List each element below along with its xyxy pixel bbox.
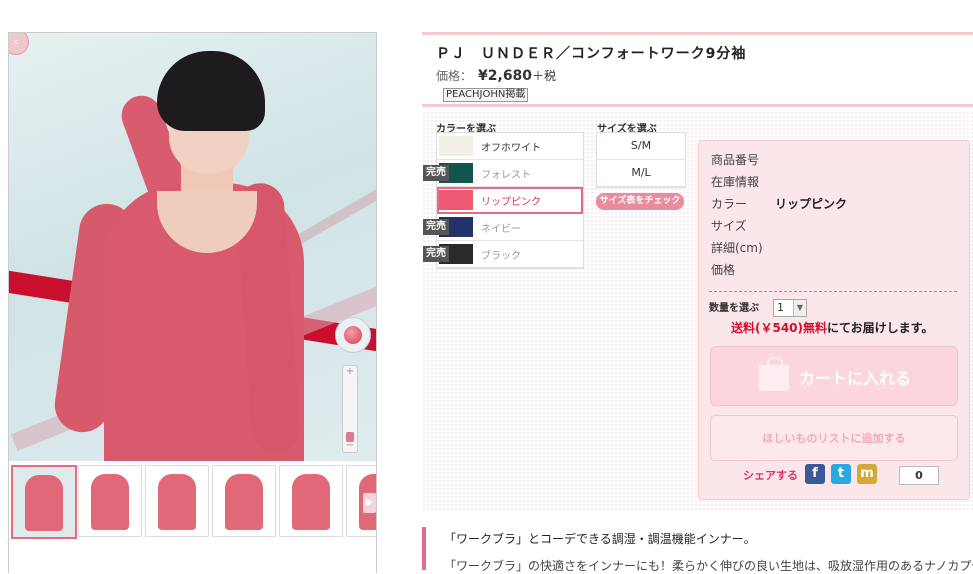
thumbnail-image <box>158 474 196 530</box>
price-tax: ＋税 <box>532 69 557 83</box>
info-row: 商品番号 <box>711 151 759 168</box>
thumbnail-image <box>91 474 129 530</box>
price-label: 価格： <box>436 69 473 83</box>
share-label: シェアする <box>743 469 798 482</box>
gallery-prev-icon[interactable]: ‹ <box>9 33 29 55</box>
price-value: ¥2,680 <box>478 68 533 84</box>
color-option[interactable]: リップピンク <box>437 187 583 214</box>
color-option-label: オフホワイト <box>481 143 541 154</box>
twitter-icon[interactable]: t <box>831 464 851 484</box>
color-option[interactable]: オフホワイト <box>437 133 583 160</box>
size-option[interactable]: M/L <box>597 160 685 187</box>
info-row: カラー リップピンク <box>711 195 847 212</box>
product-gallery: + − ‹ ▶ <box>8 32 377 573</box>
info-row: サイズ <box>711 217 747 234</box>
shipping-free-text: 送料(￥540)無料 <box>731 321 828 335</box>
color-option-label: ネイビー <box>481 224 521 235</box>
quantity-label: 数量を選ぶ <box>709 303 759 314</box>
zoom-knob-icon <box>344 326 362 344</box>
thumbnail-image <box>292 474 330 530</box>
product-info-box: 商品番号在庫情報カラー リップピンクサイズ詳細(cm) 価格 数量を選ぶ 1 ▼ 送… <box>698 140 970 500</box>
size-chart-button[interactable]: サイズ表をチェック <box>596 193 684 210</box>
main-product-photo[interactable]: + − ‹ <box>9 33 376 461</box>
thumbnail[interactable] <box>11 465 77 539</box>
info-row: 在庫情報 <box>711 173 759 190</box>
thumbnail[interactable] <box>78 465 142 537</box>
product-title: ＰＪ ＵＮＤＥＲ／コンフォートワーク9分袖 <box>436 46 747 62</box>
mixi-icon[interactable]: m <box>857 464 877 484</box>
color-options: オフホワイト フォレスト 完売 リップピンク ネイビー 完売 ブラック 完売 <box>423 132 584 269</box>
info-row-label: サイズ <box>711 219 747 233</box>
brand-tag: PEACHJOHN掲載 <box>443 88 529 102</box>
color-swatch <box>439 136 473 156</box>
zoom-pan-control[interactable] <box>335 317 371 353</box>
shipping-rest-text: にてお届けします。 <box>827 321 934 335</box>
description-accent-bar <box>422 527 426 570</box>
thumbnail-strip: ▶ <box>9 463 376 541</box>
info-row: 詳細(cm) <box>711 239 763 256</box>
facebook-icon[interactable]: f <box>805 464 825 484</box>
info-row: 価格 <box>711 261 735 278</box>
quantity-select[interactable]: 1 ▼ <box>773 299 807 317</box>
sold-out-badge: 完売 <box>423 246 449 262</box>
thumbnail-next-icon[interactable]: ▶ <box>363 493 376 513</box>
color-option-label: ブラック <box>481 251 521 262</box>
sold-out-badge: 完売 <box>423 165 449 181</box>
info-row-label: 価格 <box>711 263 736 277</box>
info-row-label: 詳細(cm) <box>711 241 763 255</box>
add-to-wishlist-label: ほしいものリストに追加する <box>762 432 906 445</box>
info-row-value: リップピンク <box>775 197 848 211</box>
sold-out-badge: 完売 <box>423 219 449 235</box>
thumbnail[interactable] <box>279 465 343 537</box>
description-title: 「ワークブラ」とコーデできる調湿・調温機能インナー。 <box>444 532 756 546</box>
color-option[interactable]: フォレスト 完売 <box>423 160 583 187</box>
thumbnail[interactable] <box>212 465 276 537</box>
shipping-note: 送料(￥540)無料にてお届けします。 <box>731 319 933 336</box>
info-row-label: カラー <box>711 197 748 211</box>
price-row: 価格： ¥2,680＋税 <box>436 67 556 84</box>
color-option-label: リップピンク <box>481 197 541 208</box>
info-row-label: 商品番号 <box>711 153 760 167</box>
color-swatch <box>439 190 473 210</box>
zoom-in-icon[interactable]: + <box>343 366 357 378</box>
shopping-bag-icon <box>759 357 789 391</box>
size-option[interactable]: S/M <box>597 133 685 160</box>
color-option-label: フォレスト <box>481 170 531 181</box>
color-option[interactable]: ブラック 完売 <box>423 241 583 268</box>
size-options: S/M M/L <box>596 132 686 188</box>
purchase-panel: カラーを選ぶ オフホワイト フォレスト 完売 リップピンク ネイビー 完売 ブラック 完売 サ… <box>422 111 973 511</box>
header-divider <box>422 32 973 35</box>
thumbnail-image <box>25 475 63 531</box>
add-to-cart-label: カートに入れる <box>799 369 912 388</box>
chevron-down-icon: ▼ <box>793 300 806 316</box>
section-divider <box>422 104 973 107</box>
info-row-label: 在庫情報 <box>711 175 760 189</box>
add-to-wishlist-button[interactable]: ほしいものリストに追加する <box>710 415 958 461</box>
model-figure <box>157 51 265 131</box>
divider <box>709 291 957 292</box>
thumbnail-image <box>225 474 263 530</box>
thumbnail[interactable] <box>145 465 209 537</box>
color-option[interactable]: ネイビー 完売 <box>423 214 583 241</box>
zoom-out-icon[interactable]: − <box>343 440 357 452</box>
share-count: 0 <box>899 466 939 485</box>
zoom-slider[interactable]: + − <box>342 365 358 453</box>
add-to-cart-button[interactable]: カートに入れる <box>710 346 958 406</box>
description-body: 「ワークブラ」の快適さをインナーにも！柔らかく伸びの良い生地は、吸放湿作用のある… <box>444 559 973 573</box>
quantity-value: 1 <box>777 301 784 314</box>
